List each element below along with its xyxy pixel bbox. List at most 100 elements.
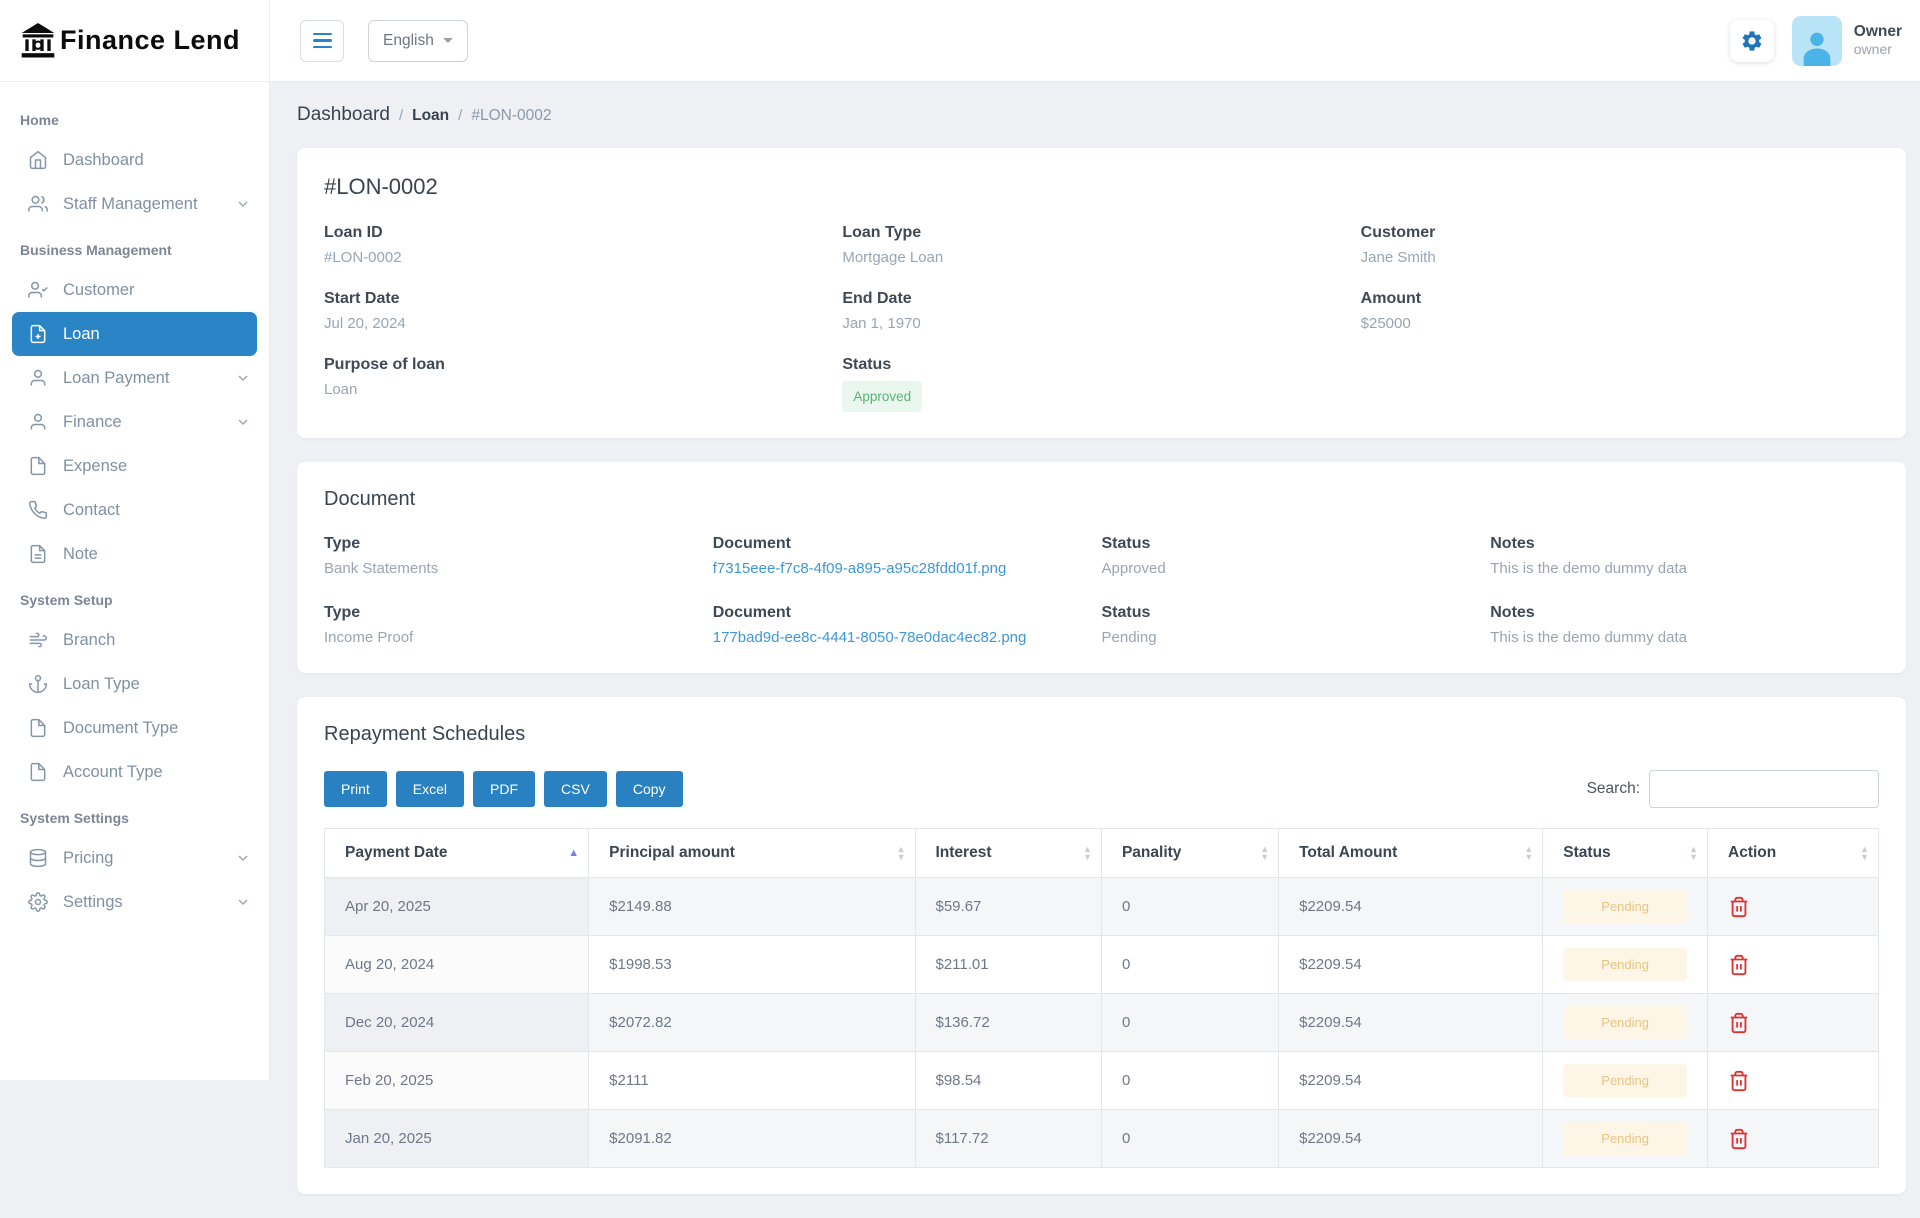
- document-card: Document Type Bank Statements Document f…: [297, 462, 1906, 673]
- sidebar-item-staff-management[interactable]: Staff Management: [0, 182, 269, 226]
- cell-principal: $2111: [589, 1052, 915, 1110]
- brand-logo[interactable]: Finance Lend: [0, 0, 269, 82]
- sidebar-item-label: Expense: [63, 457, 127, 476]
- cell-panality: 0: [1101, 1052, 1278, 1110]
- trash-icon: [1728, 1069, 1750, 1093]
- cell-principal: $2149.88: [589, 878, 915, 936]
- settings-gear-button[interactable]: [1730, 20, 1774, 62]
- breadcrumb-separator: /: [399, 107, 403, 124]
- chevron-down-icon: [235, 414, 251, 430]
- sort-icon: ▲▼: [1260, 845, 1269, 861]
- sidebar-nav: Home Dashboard Staff Management Business…: [0, 82, 269, 924]
- column-header-panality[interactable]: Panality ▲▼: [1101, 829, 1278, 878]
- column-header-interest[interactable]: Interest ▲▼: [915, 829, 1101, 878]
- cell-action: [1708, 1110, 1879, 1168]
- search-input[interactable]: [1649, 770, 1879, 808]
- sidebar-item-finance[interactable]: Finance: [0, 400, 269, 444]
- csv-button[interactable]: CSV: [544, 771, 607, 807]
- sidebar-toggle-button[interactable]: [300, 20, 344, 62]
- print-button[interactable]: Print: [324, 771, 387, 807]
- column-header-status[interactable]: Status ▲▼: [1543, 829, 1708, 878]
- database-icon: [28, 848, 48, 868]
- breadcrumb-separator: /: [458, 107, 462, 124]
- sidebar-item-dashboard[interactable]: Dashboard: [0, 138, 269, 182]
- document-link[interactable]: 177bad9d-ee8c-4441-8050-78e0dac4ec82.png: [713, 629, 1027, 646]
- delete-button[interactable]: [1728, 1127, 1750, 1151]
- column-header-action[interactable]: Action ▲▼: [1708, 829, 1879, 878]
- sidebar-item-settings[interactable]: Settings: [0, 880, 269, 924]
- cell-status: Pending: [1543, 1052, 1708, 1110]
- language-dropdown[interactable]: English: [368, 20, 468, 62]
- breadcrumb-loan[interactable]: Loan: [412, 107, 449, 125]
- cell-status: Pending: [1543, 994, 1708, 1052]
- sort-icon: ▲▼: [1083, 845, 1092, 861]
- sidebar-item-document-type[interactable]: Document Type: [0, 706, 269, 750]
- sidebar-item-account-type[interactable]: Account Type: [0, 750, 269, 794]
- sidebar-item-branch[interactable]: Branch: [0, 618, 269, 662]
- column-header-total-amount[interactable]: Total Amount ▲▼: [1279, 829, 1543, 878]
- delete-button[interactable]: [1728, 1011, 1750, 1035]
- sidebar-item-label: Settings: [63, 893, 123, 912]
- sidebar-item-loan[interactable]: Loan: [12, 312, 257, 356]
- sidebar-item-loan-type[interactable]: Loan Type: [0, 662, 269, 706]
- file-plus-icon: [28, 324, 48, 344]
- sidebar-item-expense[interactable]: Expense: [0, 444, 269, 488]
- home-icon: [28, 150, 48, 170]
- column-header-principal-amount[interactable]: Principal amount ▲▼: [589, 829, 915, 878]
- cell-payment-date: Dec 20, 2024: [325, 994, 589, 1052]
- pending-badge: Pending: [1563, 1122, 1687, 1155]
- doc-file: Document 177bad9d-ee8c-4441-8050-78e0dac…: [713, 604, 1102, 647]
- table-header-row: Payment Date ▲ Principal amount ▲▼ Inter…: [325, 829, 1879, 878]
- sidebar-item-label: Account Type: [63, 763, 163, 782]
- delete-button[interactable]: [1728, 1069, 1750, 1093]
- repayment-schedules-card: Repayment Schedules Print Excel PDF CSV …: [297, 697, 1906, 1194]
- cell-panality: 0: [1101, 936, 1278, 994]
- pdf-button[interactable]: PDF: [473, 771, 535, 807]
- gear-icon: [28, 892, 48, 912]
- anchor-icon: [28, 674, 48, 694]
- sidebar-item-label: Customer: [63, 281, 135, 300]
- cell-action: [1708, 1052, 1879, 1110]
- sidebar-item-label: Pricing: [63, 849, 113, 868]
- field-status: Status Approved: [842, 356, 1360, 412]
- table-row: Feb 20, 2025 $2111 $98.54 0 $2209.54 Pen…: [325, 1052, 1879, 1110]
- gear-icon: [1740, 29, 1764, 53]
- column-header-payment-date[interactable]: Payment Date ▲: [325, 829, 589, 878]
- cell-principal: $2072.82: [589, 994, 915, 1052]
- table-row: Apr 20, 2025 $2149.88 $59.67 0 $2209.54 …: [325, 878, 1879, 936]
- sidebar-item-note[interactable]: Note: [0, 532, 269, 576]
- copy-button[interactable]: Copy: [616, 771, 683, 807]
- document-link[interactable]: f7315eee-f7c8-4f09-a895-a95c28fdd01f.png: [713, 560, 1007, 577]
- pending-badge: Pending: [1563, 890, 1687, 923]
- cell-total: $2209.54: [1279, 936, 1543, 994]
- cell-panality: 0: [1101, 878, 1278, 936]
- excel-button[interactable]: Excel: [396, 771, 464, 807]
- doc-notes: Notes This is the demo dummy data: [1490, 604, 1879, 647]
- phone-icon: [28, 500, 48, 520]
- delete-button[interactable]: [1728, 895, 1750, 919]
- sidebar-item-label: Staff Management: [63, 195, 198, 214]
- sidebar-item-loan-payment[interactable]: Loan Payment: [0, 356, 269, 400]
- field-purpose: Purpose of loan Loan: [324, 356, 842, 412]
- sidebar-item-label: Branch: [63, 631, 115, 650]
- delete-button[interactable]: [1728, 953, 1750, 977]
- sidebar-item-customer[interactable]: Customer: [0, 268, 269, 312]
- table-row: Jan 20, 2025 $2091.82 $117.72 0 $2209.54…: [325, 1110, 1879, 1168]
- section-system-setup: System Setup: [0, 576, 269, 618]
- avatar[interactable]: [1792, 16, 1842, 66]
- sort-icon: ▲▼: [897, 845, 906, 861]
- cell-panality: 0: [1101, 1110, 1278, 1168]
- status-badge: Approved: [842, 381, 922, 412]
- doc-status: Status Approved: [1102, 535, 1491, 578]
- loan-card-title: #LON-0002: [324, 174, 1879, 200]
- breadcrumb-dashboard[interactable]: Dashboard: [297, 104, 390, 126]
- users-icon: [28, 194, 48, 214]
- sidebar-item-pricing[interactable]: Pricing: [0, 836, 269, 880]
- loan-fields-grid: Loan ID #LON-0002 Loan Type Mortgage Loa…: [324, 224, 1879, 412]
- trash-icon: [1728, 1127, 1750, 1151]
- sidebar-item-contact[interactable]: Contact: [0, 488, 269, 532]
- cell-panality: 0: [1101, 994, 1278, 1052]
- bank-logo-icon: [18, 21, 58, 61]
- brand-name: Finance Lend: [60, 25, 240, 56]
- chevron-down-icon: [235, 850, 251, 866]
